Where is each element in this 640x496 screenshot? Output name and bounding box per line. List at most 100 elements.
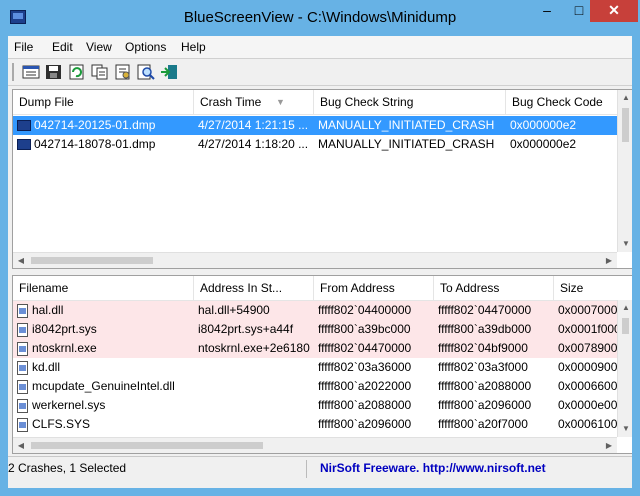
nirsoft-link[interactable]: NirSoft Freeware. http://www.nirsoft.net <box>320 461 546 475</box>
find-icon[interactable] <box>137 64 155 80</box>
driver-file-name: werkernel.sys <box>32 398 106 412</box>
driver-file-name: ntoskrnl.exe <box>32 341 97 355</box>
column-bug-check-code[interactable]: Bug Check Code <box>506 90 618 114</box>
column-to-address[interactable]: To Address <box>434 276 554 300</box>
driver-file-name: mcupdate_GenuineIntel.dll <box>32 379 175 393</box>
from-address-cell: fffff800`a2096000 <box>318 417 412 431</box>
driver-file-icon <box>17 417 28 432</box>
toolbar-grip[interactable] <box>12 63 14 81</box>
to-address-cell: fffff800`a39db000 <box>438 322 532 336</box>
menu-file[interactable]: File <box>14 40 33 54</box>
to-address-cell: fffff802`04bf9000 <box>438 341 528 355</box>
app-window: BlueScreenView - C:\Windows\Minidump – □… <box>0 0 640 496</box>
column-from-address[interactable]: From Address <box>314 276 434 300</box>
driver-row[interactable]: hal.dll hal.dll+54900 fffff802`04400000 fff… <box>13 301 624 320</box>
properties-icon[interactable] <box>114 64 132 80</box>
driver-list-pane: Filename Address In St... From Address T… <box>12 275 632 454</box>
crash-time-cell: 4/27/2014 1:21:15 ... <box>198 118 309 132</box>
column-crash-time[interactable]: Crash Time ▼ <box>194 90 314 114</box>
scroll-up-arrow-icon[interactable]: ▲ <box>618 90 632 106</box>
from-address-cell: fffff802`04470000 <box>318 341 412 355</box>
address-in-stack-cell: i8042prt.sys+a44f <box>198 322 294 336</box>
driver-list-vertical-scrollbar[interactable]: ▲ ▼ <box>617 300 632 437</box>
from-address-cell: fffff802`03a36000 <box>318 360 412 374</box>
filename-cell: ntoskrnl.exe <box>13 339 194 358</box>
save-icon[interactable] <box>45 64 63 80</box>
address-in-stack-cell: hal.dll+54900 <box>198 303 270 317</box>
crash-row[interactable]: 042714-18078-01.dmp 4/27/2014 1:18:20 ..… <box>13 135 632 154</box>
driver-file-icon <box>17 379 28 394</box>
dump-file-icon <box>17 139 31 151</box>
column-crash-time-label: Crash Time <box>200 95 262 109</box>
bug-check-string-cell: MANUALLY_INITIATED_CRASH <box>318 118 495 132</box>
html-report-icon[interactable] <box>22 64 40 80</box>
crash-row[interactable]: 042714-20125-01.dmp 4/27/2014 1:21:15 ..… <box>13 116 632 135</box>
scroll-right-arrow-icon[interactable]: ▶ <box>601 253 617 268</box>
driver-row[interactable]: i8042prt.sys i8042prt.sys+a44f fffff800`a3… <box>13 320 623 339</box>
address-in-stack-cell <box>194 377 314 396</box>
column-size[interactable]: Size <box>554 276 632 300</box>
driver-file-icon <box>17 360 28 375</box>
scroll-left-arrow-icon[interactable]: ◀ <box>13 253 29 268</box>
close-button[interactable]: ✕ <box>590 0 638 22</box>
driver-row[interactable]: mcupdate_GenuineIntel.dll fffff800`a20220… <box>13 377 624 396</box>
driver-file-icon <box>17 398 28 413</box>
filename-cell: werkernel.sys <box>13 396 194 415</box>
dump-file-cell: 042714-18078-01.dmp <box>13 135 194 154</box>
dump-file-name: 042714-18078-01.dmp <box>34 137 156 151</box>
minimize-button[interactable]: – <box>530 0 564 22</box>
scroll-right-arrow-icon[interactable]: ▶ <box>601 438 617 453</box>
vertical-scroll-thumb[interactable] <box>622 108 629 142</box>
driver-row[interactable]: werkernel.sys fffff800`a2088000 fffff800`a… <box>13 396 624 415</box>
crash-list-horizontal-scrollbar[interactable]: ◀ ▶ <box>13 252 617 268</box>
address-in-stack-cell: ntoskrnl.exe+2e6180 <box>198 341 310 355</box>
menu-edit[interactable]: Edit <box>52 40 73 54</box>
menu-options[interactable]: Options <box>125 40 166 54</box>
to-address-cell: fffff800`a20f7000 <box>438 417 528 431</box>
driver-file-icon <box>17 341 28 356</box>
driver-file-icon <box>17 322 28 337</box>
menu-view[interactable]: View <box>86 40 112 54</box>
scroll-up-arrow-icon[interactable]: ▲ <box>618 300 632 316</box>
filename-cell: i8042prt.sys <box>13 320 194 339</box>
scroll-down-arrow-icon[interactable]: ▼ <box>618 421 632 437</box>
sort-descending-icon: ▼ <box>276 97 285 107</box>
scroll-left-arrow-icon[interactable]: ◀ <box>13 438 29 453</box>
dump-file-name: 042714-20125-01.dmp <box>34 118 156 132</box>
to-address-cell: fffff800`a2088000 <box>438 379 532 393</box>
to-address-cell: fffff802`03a3f000 <box>438 360 528 374</box>
copy-icon[interactable] <box>91 64 109 80</box>
menu-help[interactable]: Help <box>181 40 206 54</box>
crash-time-cell: 4/27/2014 1:18:20 ... <box>198 137 309 151</box>
exit-icon[interactable] <box>160 64 178 80</box>
column-bug-check-string[interactable]: Bug Check String <box>314 90 506 114</box>
from-address-cell: fffff800`a39bc000 <box>318 322 411 336</box>
refresh-icon[interactable] <box>68 64 86 80</box>
crash-list-pane: Dump File Crash Time ▼ Bug Check String … <box>12 89 632 269</box>
from-address-cell: fffff800`a2022000 <box>318 379 412 393</box>
filename-cell: kd.dll <box>13 358 194 377</box>
address-in-stack-cell <box>194 415 314 434</box>
column-dump-file[interactable]: Dump File <box>13 90 194 114</box>
bug-check-string-cell: MANUALLY_INITIATED_CRASH <box>318 137 495 151</box>
dump-file-icon <box>17 120 31 132</box>
driver-list-horizontal-scrollbar[interactable]: ◀ ▶ <box>13 437 617 453</box>
filename-cell: CLFS.SYS <box>13 415 194 434</box>
status-summary: 2 Crashes, 1 Selected <box>8 461 127 475</box>
driver-row[interactable]: CLFS.SYS fffff800`a2096000 fffff800`a20f70… <box>13 415 624 434</box>
driver-row[interactable]: kd.dll fffff802`03a36000 fffff802`03a3f000… <box>13 358 624 377</box>
driver-file-name: hal.dll <box>32 303 64 317</box>
from-address-cell: fffff800`a2088000 <box>318 398 412 412</box>
horizontal-scroll-thumb[interactable] <box>31 257 153 264</box>
column-filename[interactable]: Filename <box>13 276 194 300</box>
filename-cell: hal.dll <box>13 301 194 320</box>
scroll-down-arrow-icon[interactable]: ▼ <box>618 236 632 252</box>
status-bar: 2 Crashes, 1 Selected NirSoft Freeware. … <box>8 456 632 480</box>
bug-check-code-cell: 0x000000e2 <box>510 137 577 151</box>
vertical-scroll-thumb[interactable] <box>622 318 629 334</box>
title-bar[interactable]: BlueScreenView - C:\Windows\Minidump – □… <box>0 0 640 36</box>
column-address-in-stack[interactable]: Address In St... <box>194 276 314 300</box>
driver-row[interactable]: ntoskrnl.exe ntoskrnl.exe+2e6180 fffff802`… <box>13 339 624 358</box>
horizontal-scroll-thumb[interactable] <box>31 442 263 449</box>
crash-list-vertical-scrollbar[interactable]: ▲ ▼ <box>617 90 632 252</box>
